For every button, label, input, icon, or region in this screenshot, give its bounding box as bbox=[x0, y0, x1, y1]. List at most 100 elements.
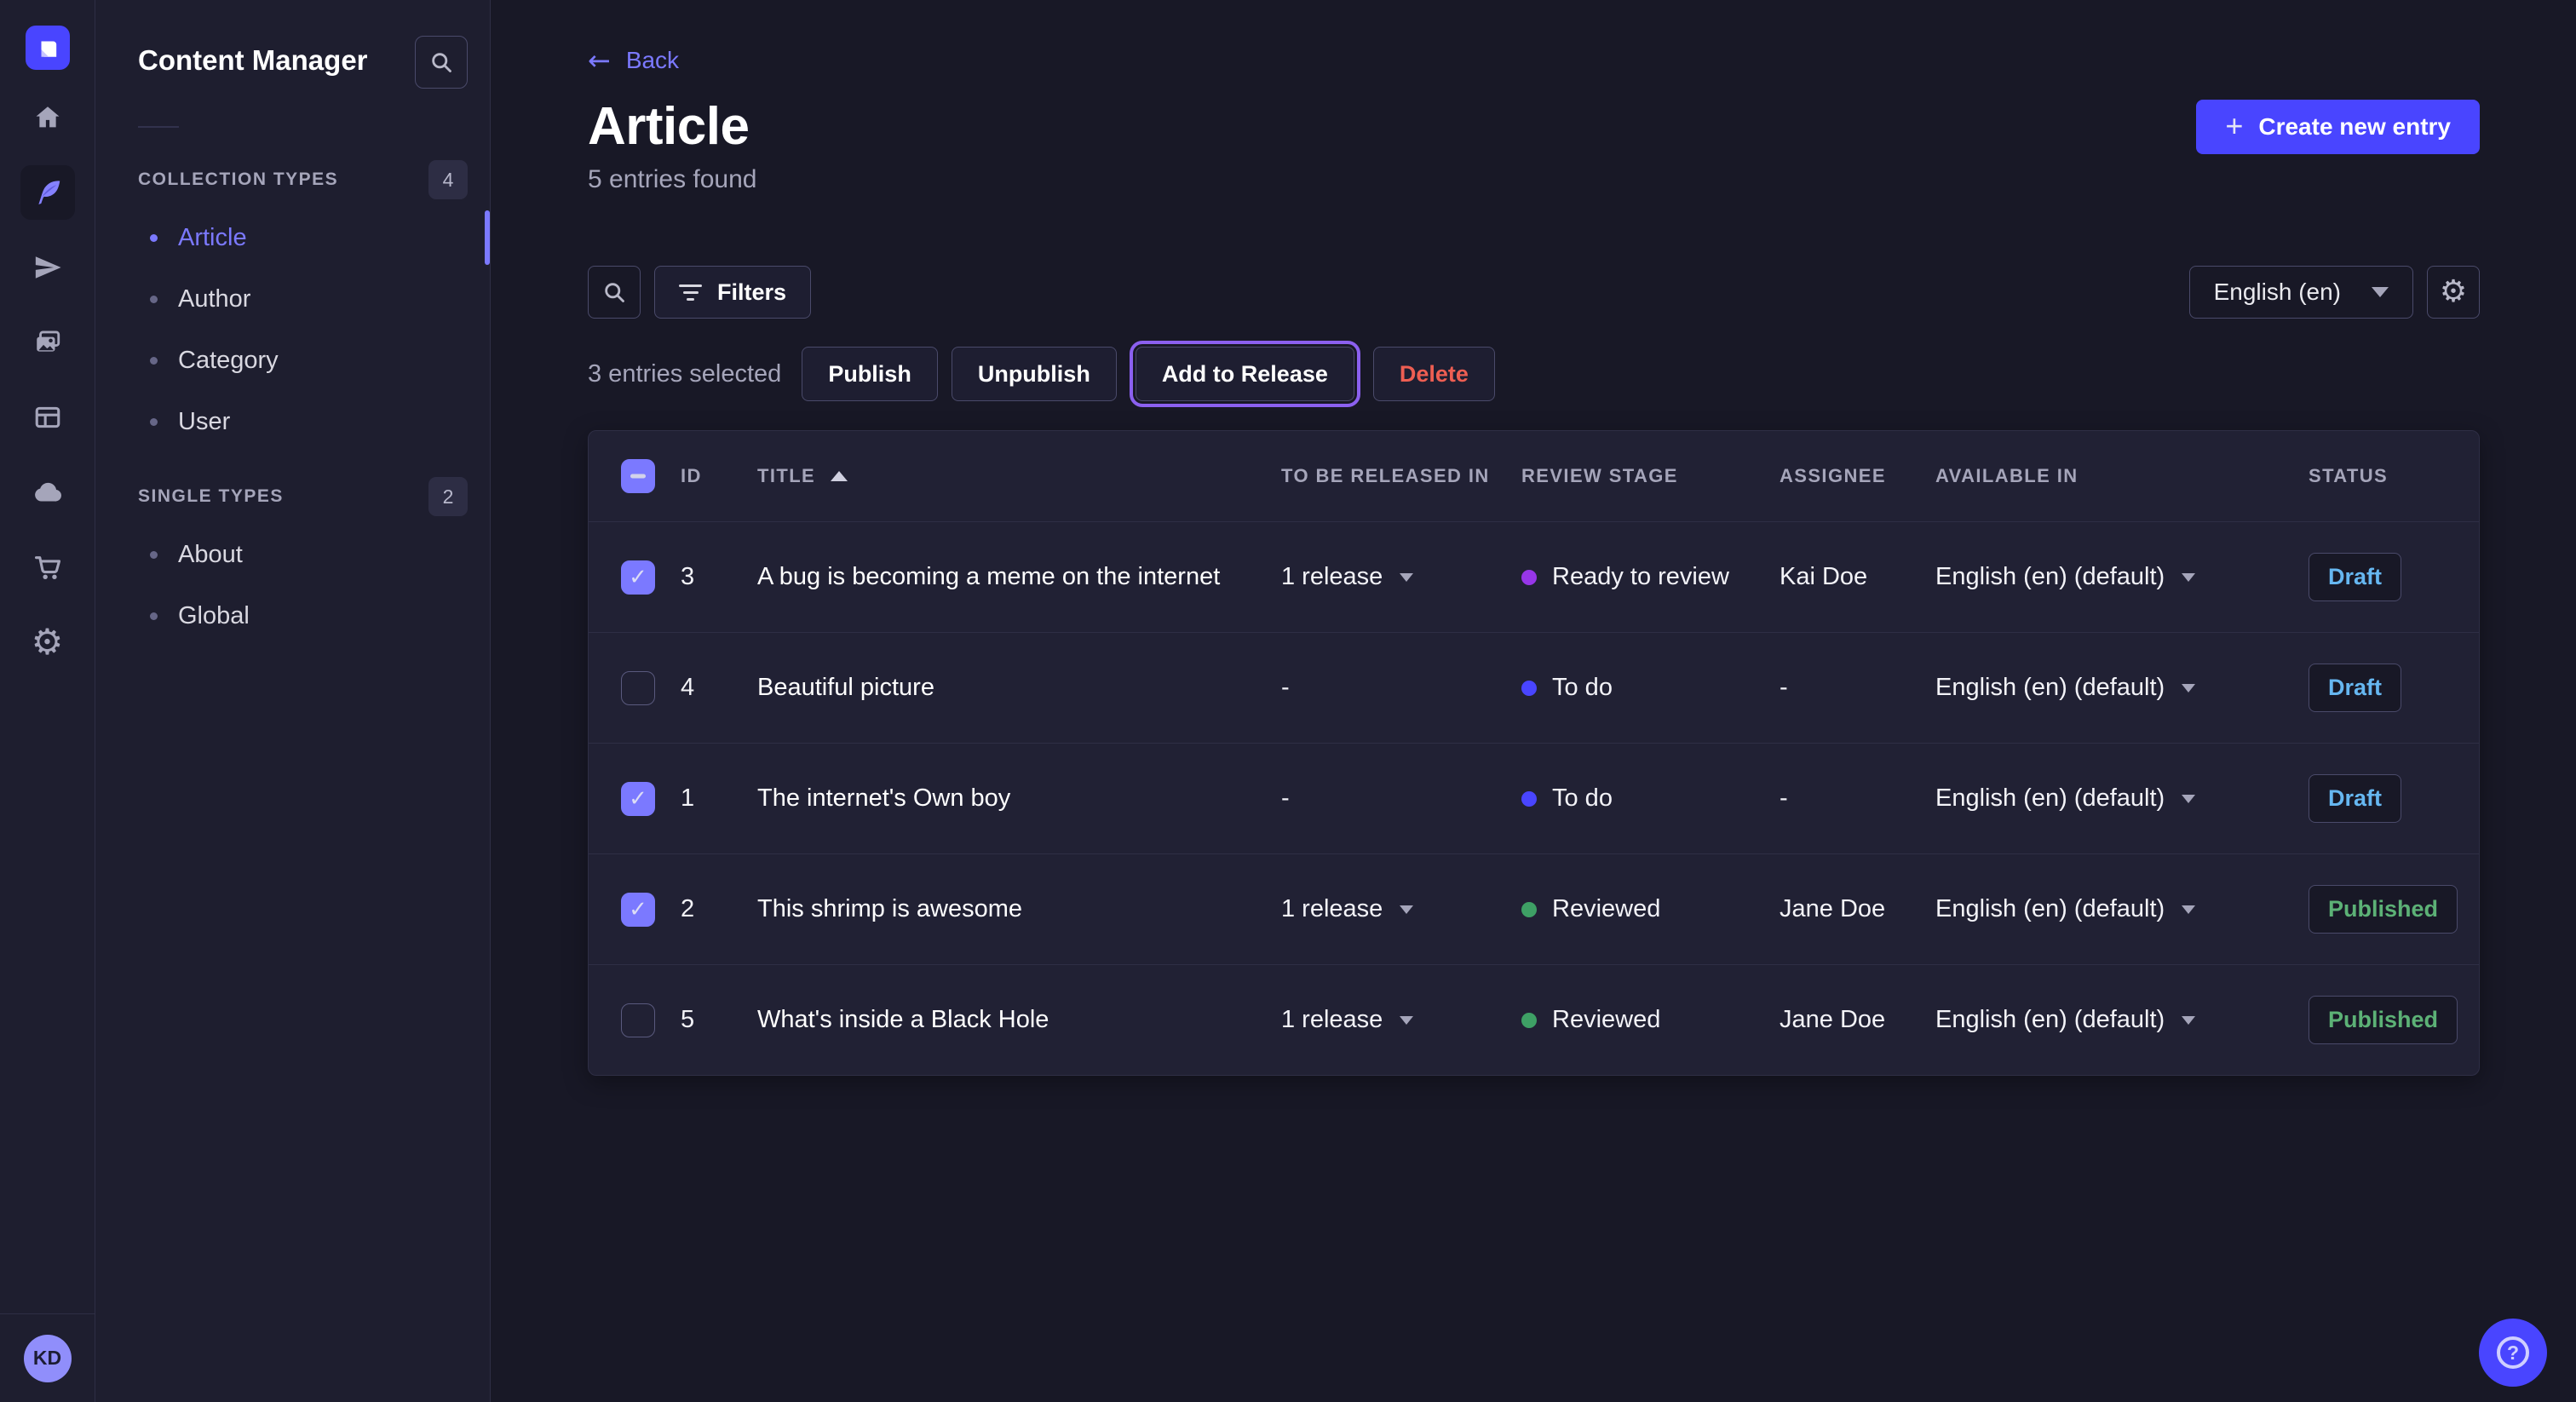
row-checkbox[interactable] bbox=[621, 1003, 655, 1037]
settings-nav-button[interactable]: ⚙ bbox=[20, 615, 75, 669]
deploy-nav-button[interactable] bbox=[20, 465, 75, 520]
images-icon bbox=[33, 328, 62, 357]
cell-to-be-released-in[interactable]: - bbox=[1281, 674, 1521, 702]
table-row[interactable]: 4 Beautiful picture - To do - English (e… bbox=[589, 632, 2479, 743]
available-in-caret-icon bbox=[2182, 684, 2195, 692]
rail-footer: KD bbox=[0, 1313, 95, 1402]
releases-nav-button[interactable] bbox=[20, 240, 75, 295]
review-stage-label: Reviewed bbox=[1552, 1006, 1660, 1034]
available-in-label: English (en) (default) bbox=[1935, 674, 2165, 702]
content-manager-feather-icon bbox=[32, 177, 63, 208]
view-settings-button[interactable]: ⚙ bbox=[2427, 266, 2480, 319]
review-stage-label: Ready to review bbox=[1552, 563, 1729, 591]
bullet-icon bbox=[150, 234, 158, 242]
main-nav-rail: ⚙ KD bbox=[0, 0, 95, 1402]
plus-icon: + bbox=[2225, 111, 2243, 141]
select-all-checkbox[interactable] bbox=[621, 459, 655, 493]
media-library-nav-button[interactable] bbox=[20, 315, 75, 370]
user-avatar[interactable]: KD bbox=[24, 1335, 72, 1382]
cell-id: 5 bbox=[681, 1006, 757, 1034]
sidebar-item-author[interactable]: Author bbox=[138, 268, 468, 330]
strapi-logo[interactable] bbox=[26, 26, 70, 70]
table-row[interactable]: ✓ 1 The internet's Own boy - To do - Eng… bbox=[589, 743, 2479, 853]
bulk-action-buttons: Publish Unpublish Add to Release Delete bbox=[802, 347, 1495, 401]
unpublish-button[interactable]: Unpublish bbox=[952, 347, 1117, 401]
marketplace-nav-button[interactable] bbox=[20, 540, 75, 595]
release-count: - bbox=[1281, 674, 1290, 702]
column-header-title-label: TITLE bbox=[757, 465, 815, 487]
column-header-assignee: ASSIGNEE bbox=[1780, 465, 1935, 487]
status-badge: Draft bbox=[2309, 774, 2401, 823]
sidebar-section: SINGLE TYPES 2 About Global bbox=[95, 469, 490, 646]
add-to-release-button[interactable]: Add to Release bbox=[1136, 347, 1354, 401]
search-icon bbox=[602, 280, 626, 304]
cell-assignee: Jane Doe bbox=[1780, 895, 1935, 923]
sidebar-item-article[interactable]: Article bbox=[138, 207, 468, 268]
cell-id: 2 bbox=[681, 895, 757, 923]
review-stage-label: To do bbox=[1552, 784, 1613, 813]
table-row[interactable]: ✓ 3 A bug is becoming a meme on the inte… bbox=[589, 521, 2479, 632]
row-checkbox[interactable] bbox=[621, 671, 655, 705]
main-content: ← Back Article + Create new entry 5 entr… bbox=[492, 0, 2576, 1402]
cell-available-in[interactable]: English (en) (default) bbox=[1935, 563, 2309, 591]
sidebar-section-label: COLLECTION TYPES bbox=[138, 170, 338, 190]
content-type-builder-nav-button[interactable] bbox=[20, 390, 75, 445]
cell-title: Beautiful picture bbox=[757, 674, 1281, 702]
filter-icon bbox=[679, 284, 702, 301]
cell-to-be-released-in[interactable]: 1 release bbox=[1281, 895, 1521, 923]
sidebar-search-button[interactable] bbox=[415, 36, 468, 89]
cell-assignee: Jane Doe bbox=[1780, 1006, 1935, 1034]
column-header-available-in: AVAILABLE IN bbox=[1935, 465, 2309, 487]
cell-to-be-released-in[interactable]: 1 release bbox=[1281, 563, 1521, 591]
column-header-to-be-released-in: TO BE RELEASED IN bbox=[1281, 465, 1521, 487]
sidebar-section-count-badge: 2 bbox=[428, 477, 468, 516]
release-caret-icon bbox=[1400, 905, 1413, 914]
row-checkbox[interactable]: ✓ bbox=[621, 560, 655, 595]
back-link[interactable]: ← Back bbox=[588, 47, 679, 74]
table-body: ✓ 3 A bug is becoming a meme on the inte… bbox=[589, 521, 2479, 1075]
sidebar-item-user[interactable]: User bbox=[138, 391, 468, 452]
cell-available-in[interactable]: English (en) (default) bbox=[1935, 895, 2309, 923]
row-checkbox[interactable]: ✓ bbox=[621, 893, 655, 927]
cell-available-in[interactable]: English (en) (default) bbox=[1935, 784, 2309, 813]
table-row[interactable]: 5 What's inside a Black Hole 1 release R… bbox=[589, 964, 2479, 1075]
column-header-id[interactable]: ID bbox=[681, 465, 757, 487]
row-checkbox[interactable]: ✓ bbox=[621, 782, 655, 816]
bullet-icon bbox=[150, 296, 158, 303]
locale-select[interactable]: English (en) bbox=[2189, 266, 2413, 319]
table-row[interactable]: ✓ 2 This shrimp is awesome 1 release Rev… bbox=[589, 853, 2479, 964]
sidebar-divider bbox=[138, 126, 179, 128]
sidebar-item-category[interactable]: Category bbox=[138, 330, 468, 391]
chevron-down-icon bbox=[2372, 287, 2389, 297]
cell-assignee: - bbox=[1780, 784, 1935, 813]
sidebar-item-about[interactable]: About bbox=[138, 524, 468, 585]
column-header-title[interactable]: TITLE bbox=[757, 465, 1281, 487]
page-title: Article bbox=[588, 96, 749, 157]
content-manager-nav-button[interactable] bbox=[20, 165, 75, 220]
status-badge: Draft bbox=[2309, 664, 2401, 712]
cell-to-be-released-in[interactable]: 1 release bbox=[1281, 1006, 1521, 1034]
publish-button[interactable]: Publish bbox=[802, 347, 938, 401]
question-mark-icon: ? bbox=[2497, 1336, 2529, 1369]
help-button[interactable]: ? bbox=[2479, 1319, 2547, 1387]
sidebar-item-global[interactable]: Global bbox=[138, 585, 468, 646]
status-badge: Published bbox=[2309, 885, 2458, 934]
home-nav-button[interactable] bbox=[20, 90, 75, 145]
cell-review-stage: Ready to review bbox=[1521, 563, 1780, 591]
table-search-button[interactable] bbox=[588, 266, 641, 319]
cell-available-in[interactable]: English (en) (default) bbox=[1935, 674, 2309, 702]
cell-available-in[interactable]: English (en) (default) bbox=[1935, 1006, 2309, 1034]
release-count: 1 release bbox=[1281, 895, 1383, 923]
locale-value: English (en) bbox=[2214, 279, 2341, 306]
filters-button[interactable]: Filters bbox=[654, 266, 811, 319]
delete-button[interactable]: Delete bbox=[1373, 347, 1495, 401]
toolbar: Filters English (en) ⚙ bbox=[588, 266, 2480, 319]
cell-title: A bug is becoming a meme on the internet bbox=[757, 563, 1281, 591]
cell-title: The internet's Own boy bbox=[757, 784, 1281, 813]
available-in-caret-icon bbox=[2182, 573, 2195, 582]
release-count: 1 release bbox=[1281, 1006, 1383, 1034]
search-icon bbox=[429, 50, 453, 74]
cell-to-be-released-in[interactable]: - bbox=[1281, 784, 1521, 813]
status-badge: Draft bbox=[2309, 553, 2401, 601]
create-new-entry-button[interactable]: + Create new entry bbox=[2196, 100, 2480, 154]
